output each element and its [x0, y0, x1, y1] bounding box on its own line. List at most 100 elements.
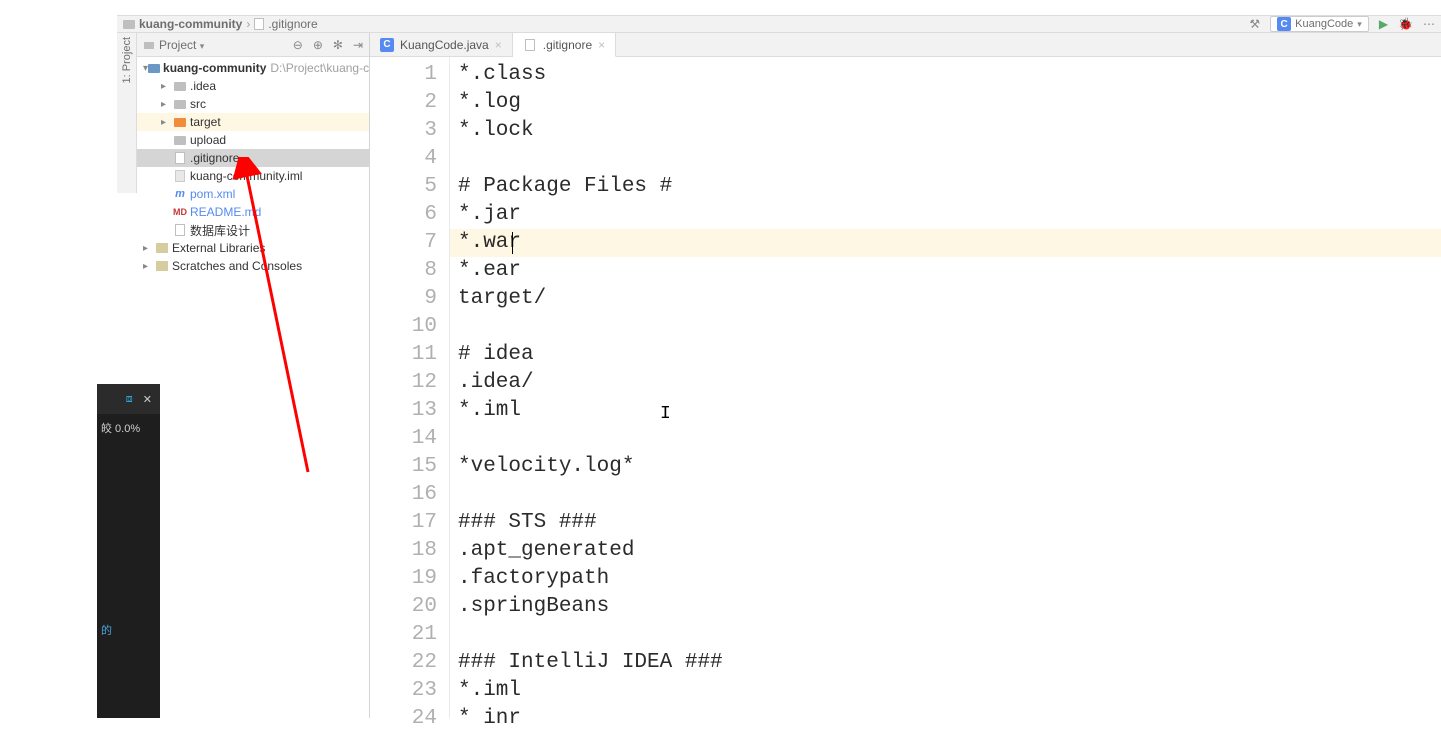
- code-line[interactable]: *.ear: [458, 257, 1441, 285]
- tree-scratches[interactable]: ▸ Scratches and Consoles: [137, 257, 369, 275]
- tree-iml[interactable]: ▸ kuang-community.iml: [137, 167, 369, 185]
- project-icon: [143, 39, 155, 51]
- code-line[interactable]: *.class: [458, 61, 1441, 89]
- gutter-line-number: 3: [370, 117, 437, 145]
- code-line[interactable]: *.jar: [458, 201, 1441, 229]
- code-line[interactable]: [458, 481, 1441, 509]
- close-icon[interactable]: ×: [495, 38, 502, 52]
- gutter-line-number: 20: [370, 593, 437, 621]
- overlay-bottom-label: 的: [101, 622, 112, 638]
- gutter-line-number: 16: [370, 481, 437, 509]
- file-icon: [254, 18, 264, 30]
- folder-icon: [173, 115, 187, 129]
- gutter-line-number: 8: [370, 257, 437, 285]
- project-dropdown[interactable]: Project ▾: [159, 38, 204, 52]
- gutter-line-number: 22: [370, 649, 437, 677]
- scratches-icon: [155, 259, 169, 273]
- file-icon: [523, 38, 537, 52]
- project-tree-header: Project ▾ ⊖ ⊕ ✻ ⇥: [137, 33, 369, 57]
- tab-kuangcode[interactable]: C KuangCode.java ×: [370, 33, 513, 56]
- screenshot-icon[interactable]: ⧈: [126, 393, 133, 406]
- tree-target[interactable]: ▸ target: [137, 113, 369, 131]
- iml-file-icon: [173, 169, 187, 183]
- code-line[interactable]: .factorypath: [458, 565, 1441, 593]
- maven-file-icon: m: [173, 187, 187, 201]
- tree-upload[interactable]: ▸ upload: [137, 131, 369, 149]
- breadcrumb-file[interactable]: .gitignore: [268, 17, 317, 31]
- code-line[interactable]: * inr: [458, 705, 1441, 733]
- tab-gitignore[interactable]: .gitignore ×: [513, 33, 616, 57]
- chevron-right-icon[interactable]: ▸: [143, 261, 155, 272]
- file-icon: [173, 151, 187, 165]
- hammer-icon[interactable]: ⚒: [1249, 17, 1260, 31]
- tree-pom[interactable]: ▸ m pom.xml: [137, 185, 369, 203]
- gear-icon[interactable]: ✻: [333, 38, 343, 52]
- editor-body[interactable]: 123456789101112131415161718192021222324 …: [370, 57, 1441, 718]
- code-line[interactable]: *.log: [458, 89, 1441, 117]
- overlay-percent: 皎 0.0%: [101, 420, 156, 436]
- code-line[interactable]: # idea: [458, 341, 1441, 369]
- breadcrumb: kuang-community › .gitignore ⚒ C KuangCo…: [117, 15, 1441, 33]
- code-line[interactable]: [458, 145, 1441, 173]
- code-line[interactable]: *.war: [450, 229, 1441, 257]
- chevron-right-icon[interactable]: ▸: [161, 99, 173, 110]
- expand-icon[interactable]: ⊕: [313, 38, 323, 52]
- code-line[interactable]: [458, 425, 1441, 453]
- code-line[interactable]: .apt_generated: [458, 537, 1441, 565]
- gutter-line-number: 12: [370, 369, 437, 397]
- code-line[interactable]: [458, 621, 1441, 649]
- project-folder-icon: [148, 61, 160, 75]
- collapse-icon[interactable]: ⊖: [293, 38, 303, 52]
- tree-gitignore[interactable]: ▸ .gitignore: [137, 149, 369, 167]
- chevron-right-icon[interactable]: ▸: [143, 243, 155, 254]
- folder-icon: [173, 97, 187, 111]
- code-line[interactable]: *.lock: [458, 117, 1441, 145]
- text-cursor-icon: I: [660, 404, 671, 424]
- code-line[interactable]: .idea/: [458, 369, 1441, 397]
- class-icon: C: [380, 38, 394, 52]
- chevron-right-icon[interactable]: ▸: [161, 81, 173, 92]
- code-line[interactable]: .springBeans: [458, 593, 1441, 621]
- library-icon: [155, 241, 169, 255]
- tree-src[interactable]: ▸ src: [137, 95, 369, 113]
- breadcrumb-project[interactable]: kuang-community: [139, 17, 242, 31]
- project-tree[interactable]: ▾ kuang-community D:\Project\kuang-c... …: [137, 57, 369, 275]
- code-line[interactable]: ### IntelliJ IDEA ###: [458, 649, 1441, 677]
- code-line[interactable]: *.iml: [458, 677, 1441, 705]
- tree-external-libs[interactable]: ▸ External Libraries: [137, 239, 369, 257]
- folder-icon: [173, 79, 187, 93]
- gutter-line-number: 4: [370, 145, 437, 173]
- run-config-dropdown[interactable]: C KuangCode ▾: [1270, 16, 1369, 32]
- code-line[interactable]: [458, 313, 1441, 341]
- gutter-line-number: 18: [370, 537, 437, 565]
- project-tool-tab[interactable]: 1: Project: [117, 33, 137, 193]
- close-icon[interactable]: ✕: [143, 393, 152, 406]
- gutter-line-number: 19: [370, 565, 437, 593]
- debug-icon[interactable]: 🐞: [1398, 17, 1413, 31]
- gutter-line-number: 6: [370, 201, 437, 229]
- gutter-line-number: 14: [370, 425, 437, 453]
- tree-project-root[interactable]: ▾ kuang-community D:\Project\kuang-c...: [137, 59, 369, 77]
- file-icon: [173, 223, 187, 237]
- more-run-icon[interactable]: ⋯: [1423, 17, 1435, 31]
- gutter-line-number: 15: [370, 453, 437, 481]
- code-line[interactable]: *velocity.log*: [458, 453, 1441, 481]
- code-line[interactable]: target/: [458, 285, 1441, 313]
- gutter-line-number: 5: [370, 173, 437, 201]
- gutter-line-number: 1: [370, 61, 437, 89]
- gutter-line-number: 7: [370, 229, 437, 257]
- tree-db[interactable]: ▸ 数据库设计: [137, 221, 369, 239]
- project-tool-label: 1: Project: [121, 37, 133, 83]
- editor-code[interactable]: *.class*.log*.lock # Package Files #*.jar…: [450, 57, 1441, 718]
- hide-icon[interactable]: ⇥: [353, 38, 363, 52]
- tree-readme[interactable]: ▸ MD README.md: [137, 203, 369, 221]
- code-line[interactable]: ### STS ###: [458, 509, 1441, 537]
- tree-idea[interactable]: ▸ .idea: [137, 77, 369, 95]
- folder-icon: [173, 133, 187, 147]
- code-line[interactable]: *.iml: [458, 397, 1441, 425]
- chevron-right-icon[interactable]: ▸: [161, 117, 173, 128]
- code-line[interactable]: # Package Files #: [458, 173, 1441, 201]
- overlay-titlebar: ⧈ ✕: [97, 384, 160, 414]
- close-icon[interactable]: ×: [598, 38, 605, 52]
- run-icon[interactable]: ▶: [1379, 17, 1388, 31]
